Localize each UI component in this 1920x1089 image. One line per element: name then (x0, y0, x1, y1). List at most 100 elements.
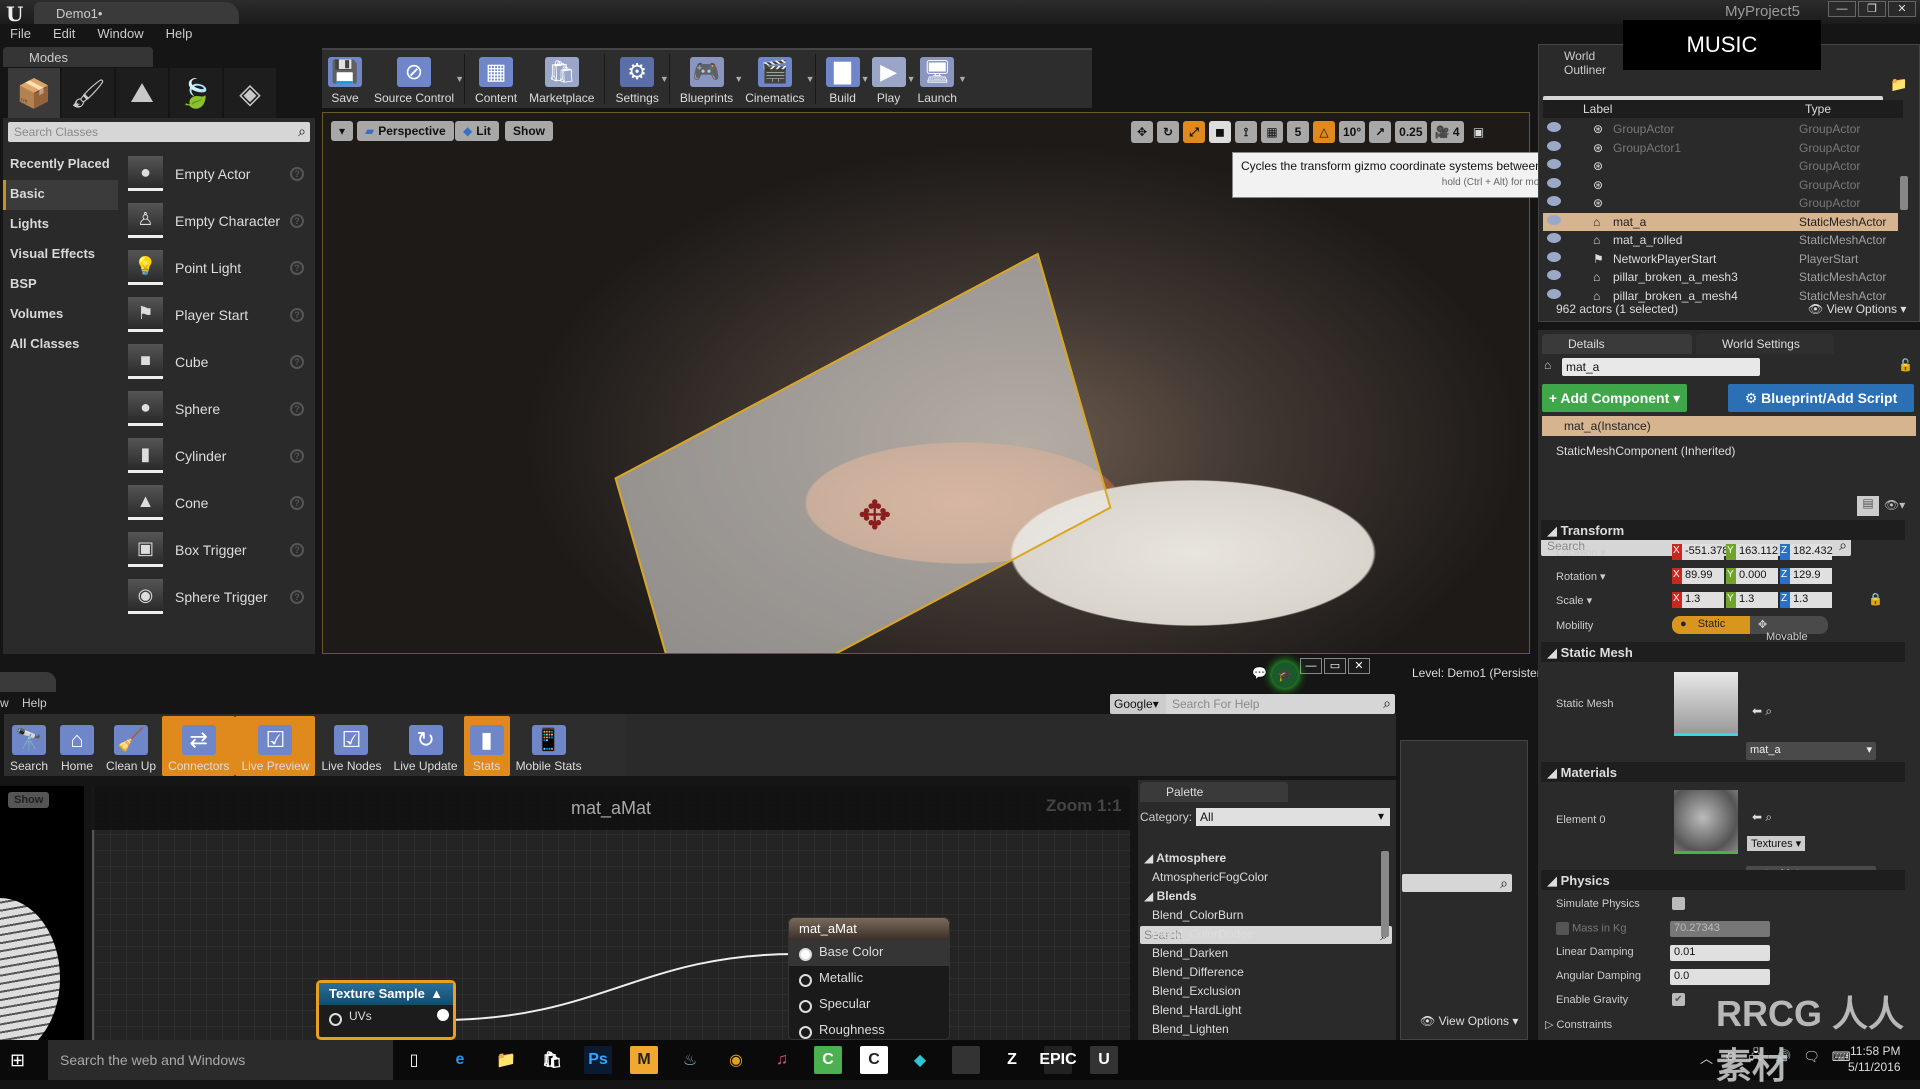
section-transform[interactable]: ◢ Transform (1541, 520, 1905, 540)
property-matrix-icon[interactable]: ▤ (1857, 496, 1879, 516)
section-static-mesh[interactable]: ◢ Static Mesh (1541, 642, 1905, 662)
rotation-snap-icon[interactable]: △ (1313, 121, 1335, 143)
tab-world-settings[interactable]: World Settings (1696, 334, 1834, 354)
menu-window[interactable]: w (0, 696, 9, 710)
content-button[interactable]: ▦ Content (469, 50, 523, 108)
rotate-icon[interactable]: ↻ (1157, 121, 1179, 143)
class-item[interactable]: 💡 Point Light? (122, 244, 312, 291)
visibility-eye-icon[interactable] (1547, 251, 1561, 262)
tab-world-outliner[interactable]: World Outliner (1542, 46, 1622, 77)
visibility-eye-icon[interactable] (1547, 196, 1561, 206)
menu-help[interactable]: Help (166, 26, 193, 46)
outliner-view-options[interactable]: 👁 View Options ▾ (1808, 302, 1906, 316)
visibility-eye-icon[interactable] (1547, 233, 1561, 243)
angular-damping-field[interactable]: 0.0 (1670, 969, 1770, 985)
tab-details[interactable]: Details (1542, 334, 1692, 354)
help-icon[interactable]: ? (290, 448, 304, 463)
chevron-down-icon[interactable]: ▼ (958, 74, 967, 84)
landscape-mode-icon[interactable]: ⛰ (116, 68, 168, 118)
use-selected-arrow-icon[interactable]: ⬅ ⌕ (1752, 704, 1772, 719)
chrome-icon[interactable]: ◉ (722, 1046, 750, 1074)
settings-button[interactable]: ⚙ Settings ▼ (609, 50, 669, 108)
file-explorer-icon[interactable]: 📁 (492, 1046, 520, 1074)
palette-group-blends[interactable]: ◢ Blends (1144, 889, 1384, 908)
search-classes-input[interactable]: Search Classes ⌕ (8, 122, 310, 142)
visibility-eye-icon[interactable] (1547, 214, 1561, 225)
outliner-row[interactable]: ⌂ pillar_broken_a_mesh3 StaticMeshActor (1543, 268, 1898, 286)
visibility-eye-icon[interactable]: 👁▾ (1884, 498, 1905, 512)
help-icon[interactable]: ? (290, 542, 304, 557)
outliner-row[interactable]: ⊛ GroupActor (1543, 194, 1898, 212)
scale-snap-icon[interactable]: ↗ (1369, 121, 1392, 143)
material-details-search[interactable]: ⌕ (1402, 874, 1512, 892)
rotation-x[interactable]: 89.99 (1672, 568, 1724, 584)
category-volumes[interactable]: Volumes (3, 300, 118, 330)
scale-z[interactable]: 1.3 (1780, 592, 1832, 608)
place-mode-icon[interactable]: 📦 (8, 68, 60, 118)
taskbar-clock[interactable]: 11:58 PM 5/11/2016 (1848, 1043, 1901, 1075)
transform-gizmo[interactable]: ✥ (858, 493, 892, 539)
output-pin[interactable] (437, 1009, 449, 1021)
rotation-label[interactable]: Rotation ▾ (1556, 570, 1606, 583)
location-y[interactable]: 163.112 (1726, 544, 1778, 560)
outliner-row[interactable]: ⊛ GroupActor GroupActor (1543, 120, 1898, 138)
visibility-eye-icon[interactable] (1547, 140, 1561, 151)
category-all-classes[interactable]: All Classes (3, 330, 118, 360)
task-view-icon[interactable]: ▯ (400, 1046, 428, 1074)
location-label[interactable]: Location ▾ (1556, 546, 1606, 559)
tutorial-icon[interactable]: 🎓 (1272, 662, 1298, 688)
lock-icon[interactable]: 🔓 (1898, 358, 1913, 372)
chevron-down-icon[interactable]: ▼ (806, 74, 815, 84)
help-icon[interactable]: ? (290, 213, 304, 228)
blueprint-add-script-button[interactable]: ⚙ Blueprint/Add Script (1728, 384, 1914, 412)
category-visual-effects[interactable]: Visual Effects (3, 240, 118, 270)
category-recently-placed[interactable]: Recently Placed (3, 150, 118, 180)
simulate-physics-checkbox[interactable] (1672, 897, 1685, 910)
menu-edit[interactable]: Edit (53, 26, 75, 46)
epic-launcher-icon[interactable]: EPIC (1039, 1046, 1077, 1074)
class-item[interactable]: ▣ Box Trigger? (122, 526, 312, 573)
clean-up-button[interactable]: 🧹 Clean Up (100, 716, 162, 776)
material-result-node[interactable]: mat_aMat Base Color Metallic Specular Ro… (788, 917, 950, 1040)
grid-snap-value[interactable]: 5 (1287, 121, 1309, 143)
windows-start-icon[interactable]: ⊞ (10, 1050, 25, 1071)
class-item[interactable]: ● Empty Actor? (122, 150, 312, 197)
help-search-input[interactable]: Search For Help ⌕ (1166, 694, 1395, 714)
itunes-icon[interactable]: ♫ (768, 1046, 796, 1074)
save-button[interactable]: 💾 Save (322, 50, 368, 108)
category-lights[interactable]: Lights (3, 210, 118, 240)
class-item[interactable]: ■ Cube? (122, 338, 312, 385)
connectors-button[interactable]: ⇄ Connectors (162, 716, 236, 776)
section-materials[interactable]: ◢ Materials (1541, 762, 1905, 782)
minimize-button[interactable]: — (1828, 1, 1856, 17)
modes-tab[interactable]: Modes (3, 47, 153, 67)
preview-show-button[interactable]: Show (8, 792, 50, 808)
visibility-eye-icon[interactable] (1547, 288, 1561, 299)
material-editor-tab[interactable] (0, 672, 56, 692)
static-mesh-thumbnail[interactable] (1674, 672, 1738, 736)
scale-x[interactable]: 1.3 (1672, 592, 1724, 608)
add-component-button[interactable]: + Add Component ▾ (1542, 384, 1687, 412)
camtasia-icon[interactable]: C (814, 1046, 842, 1074)
help-icon[interactable]: ? (290, 589, 304, 604)
steam-icon[interactable]: ♨ (676, 1046, 704, 1074)
class-item[interactable]: ▲ Cone? (122, 479, 312, 526)
material-browse-icon[interactable]: ⬅ ⌕ (1752, 810, 1772, 825)
feedback-icon[interactable]: 💬 (1252, 666, 1267, 680)
outliner-row[interactable]: ⚑ NetworkPlayerStart PlayerStart (1543, 250, 1898, 268)
scale-y[interactable]: 1.3 (1726, 592, 1778, 608)
lit-button[interactable]: ◆ Lit (455, 121, 499, 141)
mass-override-checkbox[interactable] (1556, 922, 1569, 935)
rotation-z[interactable]: 129.9 (1780, 568, 1832, 584)
enable-gravity-checkbox[interactable]: ✔ (1672, 993, 1685, 1006)
class-item[interactable]: ⚑ Player Start? (122, 291, 312, 338)
uvs-pin[interactable]: UVs (319, 1005, 453, 1031)
camera-speed-button[interactable]: 🎥 4 (1430, 121, 1464, 143)
class-item[interactable]: ▮ Cylinder? (122, 432, 312, 479)
location-z[interactable]: 182.432 (1780, 544, 1833, 560)
location-x[interactable]: -551.378 (1672, 544, 1728, 560)
tray-expand-icon[interactable]: ︿ (1700, 1048, 1713, 1067)
unreal-editor-icon[interactable]: U (1090, 1046, 1118, 1074)
material-view-options[interactable]: 👁 View Options ▾ (1420, 1014, 1518, 1028)
app-blank-icon[interactable] (952, 1046, 980, 1074)
